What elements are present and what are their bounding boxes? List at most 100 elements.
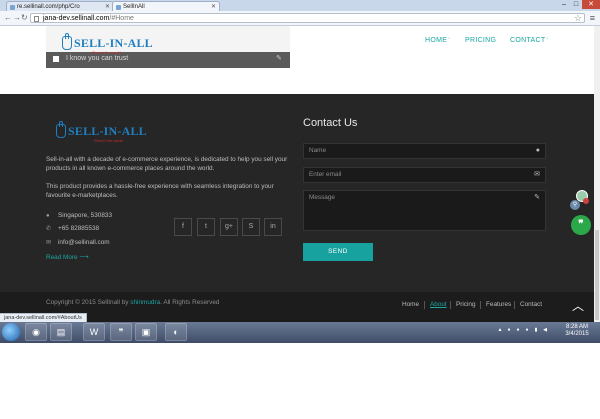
logo-text: SELL-IN-ALL [74,36,153,50]
back-icon[interactable]: ← [4,13,12,23]
close-window-button[interactable]: ✕ [582,0,600,9]
google-plus-icon[interactable]: g+ [220,218,238,236]
hand-logo-icon [62,33,72,50]
clock[interactable]: 8:28 AM 3/4/2015 [562,324,592,338]
pencil-icon: ✎ [534,194,540,201]
search-icon[interactable]: ⚲ [570,200,580,210]
caret-icon: ˇ [448,38,451,44]
nav-home-label: HOME [425,37,448,44]
notification-badge [583,198,589,204]
nav-contact[interactable]: CONTACTˇ [510,37,548,45]
close-tab-icon[interactable]: ✕ [211,2,216,11]
read-more-label: Read More [46,254,78,261]
envelope-icon: ✉ [46,240,52,246]
footer-nav-about[interactable]: About [430,301,447,309]
browser-menu-icon[interactable]: ≡ [590,13,595,23]
logo-text: SELL-IN-ALL [68,124,147,138]
email-field[interactable]: Enter email ✉ [303,167,546,183]
favicon-icon [116,5,121,10]
phone-line: ✆ +65 82885538 [46,225,99,233]
name-field[interactable]: Name ● [303,143,546,159]
contact-title: Contact Us [303,117,358,129]
back-to-top-icon[interactable]: ︿ [572,300,584,312]
word-icon[interactable]: W [83,323,105,341]
remote-desktop-icon[interactable]: ▣ [135,323,157,341]
nav-home[interactable]: HOMEˇ [425,37,450,45]
copyright-suffix: . All Rights Reserved [160,299,220,306]
close-tab-icon[interactable]: ✕ [105,2,110,11]
arrow-right-icon: ⟶ [79,254,89,261]
skype-icon[interactable]: S [242,218,260,236]
footer-nav-home[interactable]: Home [402,301,419,309]
divider [514,301,515,309]
divider [480,301,481,309]
about-paragraph-1: Sell-in-all with a decade of e-commerce … [46,156,288,172]
email-link[interactable]: info@sellinall.com [58,239,110,247]
nav-contact-label: CONTACT [510,37,546,44]
author-link[interactable]: shinmudra [130,299,160,306]
folder-icon[interactable]: ▤ [50,323,72,341]
address-bar[interactable]: jana-dev.sellinall.com/#Home [30,13,585,23]
checkbox[interactable] [53,56,59,62]
footer-nav-features[interactable]: Features [486,301,511,309]
hand-logo-icon [56,121,66,138]
read-more-link[interactable]: Read More ⟶ [46,254,89,262]
message-field[interactable]: Message ✎ [303,190,546,231]
divider [450,301,451,309]
hangouts-icon[interactable]: ❞ [110,323,132,341]
scrollbar-thumb[interactable] [595,230,599,320]
footer-logo[interactable]: SELL-IN-ALL [56,121,147,138]
footer-nav-pricing[interactable]: Pricing [456,301,476,309]
window-controls: – □ ✕ [558,0,600,10]
name-placeholder: Name [309,147,327,154]
tray-up-icon[interactable]: ▲ [497,327,503,333]
app-icon[interactable]: ◐ [165,323,187,341]
url-path: /#Home [109,15,134,22]
site-logo[interactable]: SELL-IN-ALL [62,33,153,50]
clock-time: 8:28 AM [565,324,588,330]
chat-quote-icon[interactable]: ❞ [571,215,591,235]
clock-date: 3/4/2015 [565,331,589,337]
copyright-prefix: Copyright © 2015 SellInall by [46,299,131,306]
page-icon [34,16,39,22]
browser-tab-1[interactable]: re.sellinall.com/php/Cro ✕ [6,1,114,11]
email-placeholder: Enter email [309,171,342,178]
message-placeholder: Message [309,194,335,201]
tray-icon[interactable]: ● [506,327,512,333]
favicon-icon [10,5,15,10]
url-host: jana-dev.sellinall.com [43,15,110,22]
phone-icon: ✆ [46,226,52,232]
caret-icon: ˇ [546,38,549,44]
facebook-icon[interactable]: f [174,218,192,236]
reload-icon[interactable]: ↻ [21,13,28,23]
email-line: ✉ info@sellinall.com [46,239,110,247]
nav-pricing-label: PRICING [465,37,497,44]
tab-title: re.sellinall.com/php/Cro [17,4,80,10]
bookmark-star-icon[interactable]: ☆ [574,13,582,23]
copyright: Copyright © 2015 SellInall by shinmudra.… [46,299,219,307]
chrome-icon[interactable]: ◉ [25,323,47,341]
tray-icon[interactable]: ● [524,327,530,333]
start-button[interactable] [2,323,20,341]
logo-tagline: Reach the world [92,50,121,55]
nav-pricing[interactable]: PRICING [465,37,496,45]
footer-nav-contact[interactable]: Contact [520,301,542,309]
tray-icon[interactable]: ● [515,327,521,333]
about-paragraph-2: This product provides a hassle-free expe… [46,183,274,199]
user-icon: ● [535,147,540,154]
address-line: ● Singapore, 530833 [46,212,112,220]
browser-tab-2[interactable]: SellInAll ✕ [112,1,220,11]
network-icon[interactable]: ▮ [533,327,539,333]
tab-title: SellInAll [123,4,145,10]
twitter-icon[interactable]: t [197,218,215,236]
logo-tagline: Reach the world [94,138,123,143]
divider [424,301,425,309]
forward-icon[interactable]: → [13,13,21,23]
volume-icon[interactable]: ◀ [542,327,548,333]
edit-icon: ✎ [276,55,282,62]
checkbox-label: I know you can trust [66,55,129,62]
maximize-button[interactable]: □ [570,0,582,9]
send-button[interactable]: SEND [303,243,373,261]
linkedin-icon[interactable]: in [264,218,282,236]
minimize-button[interactable]: – [558,0,570,9]
